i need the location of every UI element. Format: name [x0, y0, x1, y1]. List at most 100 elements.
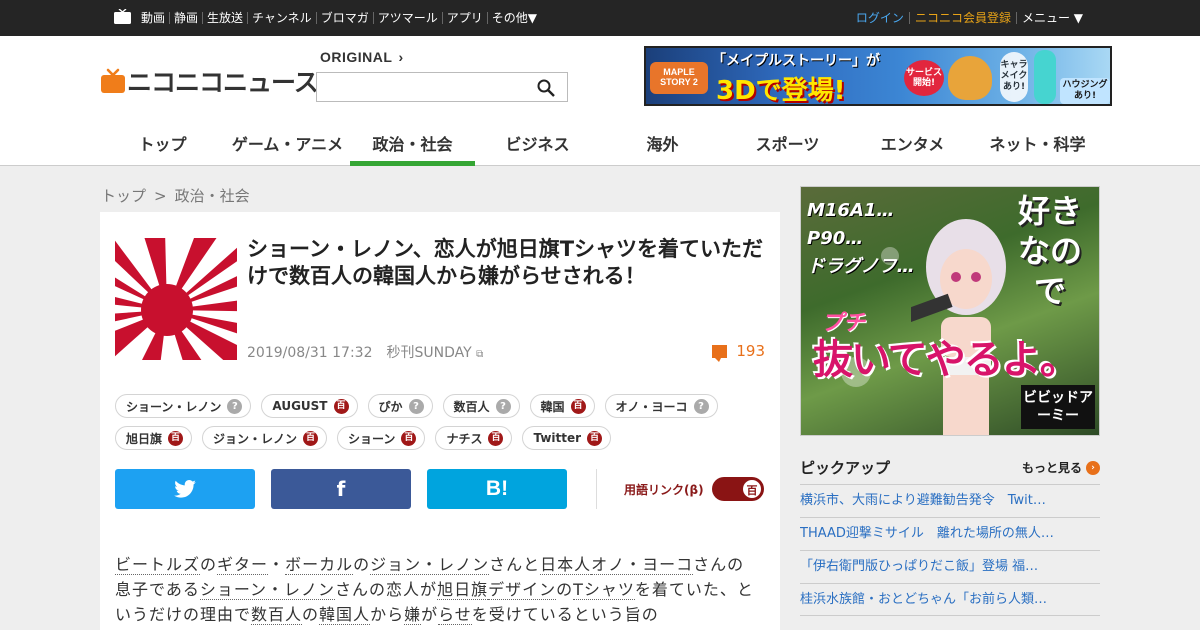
comment-count[interactable]: 193	[712, 342, 765, 362]
share-buttons: f B!	[115, 469, 583, 509]
term-link[interactable]: 数百人	[251, 605, 303, 625]
dic-icon[interactable]: 百	[333, 398, 349, 414]
dic-icon[interactable]: 百	[168, 430, 184, 446]
term-link[interactable]: オノ・ヨーコ	[591, 555, 694, 575]
term-link[interactable]: ギター	[217, 555, 269, 575]
dic-icon[interactable]: 百	[587, 430, 603, 446]
body-text: の	[353, 555, 371, 574]
term-link[interactable]: 日本人	[540, 555, 592, 575]
dic-icon[interactable]: 百	[488, 430, 504, 446]
term-link[interactable]: ビートルズ	[115, 555, 201, 575]
tag-pill[interactable]: オノ・ヨーコ?	[604, 394, 718, 418]
article-meta: 2019/08/31 17:32 秒刊SUNDAY ⧉	[247, 342, 483, 362]
service-nav-app[interactable]: アプリ	[441, 12, 487, 24]
term-link[interactable]: 旭日旗	[437, 580, 489, 600]
external-link-icon: ⧉	[476, 349, 484, 360]
nav-tab-game-anime[interactable]: ゲーム・アニメ	[225, 118, 350, 166]
tag-pill[interactable]: Twitter 百	[522, 426, 612, 450]
pickup-item[interactable]: 横浜市、大雨により避難勧告発令 Twit…	[800, 484, 1100, 517]
tag-pill[interactable]: AUGUST 百	[261, 394, 358, 418]
article-source-link[interactable]: 秒刊SUNDAY	[387, 345, 472, 361]
tag-pill[interactable]: ぴか?	[367, 394, 433, 418]
character-image	[1034, 50, 1056, 104]
tag-label: ジョン・レノン	[213, 431, 298, 446]
sidebar-ad-vivid-army[interactable]: M16A1… P90… ドラグノフ… 好きなので プチ 抜いてやるよ。 ビビッド…	[800, 186, 1100, 436]
term-link[interactable]: 韓国人	[319, 605, 371, 625]
question-icon[interactable]: ?	[693, 398, 709, 414]
service-nav-live[interactable]: 生放送	[202, 12, 247, 24]
service-nav: 動画 静画 生放送 チャンネル ブロマガ アツマール アプリ その他▼	[137, 0, 541, 36]
facebook-share-button[interactable]: f	[271, 469, 411, 509]
service-nav-blomaga[interactable]: ブロマガ	[315, 12, 373, 24]
nav-tab-business[interactable]: ビジネス	[475, 118, 600, 166]
ad-side-headline: 抜いてやるよ。	[813, 337, 1080, 383]
body-text: さんと	[489, 555, 541, 574]
body-text: ・	[268, 555, 286, 574]
hatena-bookmark-button[interactable]: B!	[427, 469, 567, 509]
dic-icon[interactable]: 百	[303, 430, 319, 446]
service-nav-more[interactable]: その他▼	[486, 12, 541, 24]
nav-tab-overseas[interactable]: 海外	[600, 118, 725, 166]
login-link[interactable]: ログイン	[851, 12, 909, 24]
nav-tab-entertainment[interactable]: エンタメ	[850, 118, 975, 166]
pickup-item[interactable]: 桂浜水族館・おとどちゃん「お前ら人類…	[800, 583, 1100, 616]
pickup-title: ピックアップ	[800, 459, 891, 477]
term-link[interactable]: Tシャツ	[573, 580, 635, 600]
tag-pill[interactable]: ショーン百	[337, 426, 426, 450]
body-text: の	[556, 580, 574, 599]
search-input[interactable]	[316, 72, 568, 102]
niconico-tv-icon[interactable]	[114, 9, 131, 24]
question-icon[interactable]: ?	[408, 398, 424, 414]
tag-label: 韓国	[540, 399, 565, 414]
nav-tab-net-science[interactable]: ネット・科学	[975, 118, 1100, 166]
nav-tab-top[interactable]: トップ	[100, 118, 225, 166]
tag-pill[interactable]: 韓国百	[529, 394, 595, 418]
service-nav-channel[interactable]: チャンネル	[247, 12, 316, 24]
term-link[interactable]: ボーカル	[285, 555, 354, 575]
ad-side-label-p90: P90…	[807, 228, 864, 249]
service-nav-douga[interactable]: 動画	[137, 12, 169, 24]
article-thumbnail-rising-sun-flag[interactable]	[115, 238, 237, 360]
pickup-item[interactable]: THAAD迎撃ミサイル 離れた場所の無人…	[800, 517, 1100, 550]
tag-pill[interactable]: 数百人?	[442, 394, 520, 418]
search-icon[interactable]	[537, 79, 555, 97]
term-link[interactable]: ショーン・レノン	[199, 580, 336, 600]
ad-banner-maplestory[interactable]: MAPLE STORY 2 「メイプルストーリー」が 3Dで登場! サービス開始…	[644, 46, 1112, 106]
tag-pill[interactable]: ナチス百	[435, 426, 513, 450]
tag-label: Twitter	[533, 431, 582, 445]
tag-pill[interactable]: 旭日旗百	[115, 426, 193, 450]
tag-pill[interactable]: ショーン・レノン?	[115, 394, 252, 418]
breadcrumb-current[interactable]: 政治・社会	[175, 187, 250, 205]
dic-icon[interactable]: 百	[570, 398, 586, 414]
term-link[interactable]: ジョン・レノン	[370, 555, 490, 575]
pickup-more-link[interactable]: もっと見る ›	[1022, 459, 1100, 476]
term-link[interactable]: らせ	[438, 605, 472, 625]
twitter-share-button[interactable]	[115, 469, 255, 509]
term-link[interactable]: 嫌	[404, 605, 422, 625]
article-date: 2019/08/31 17:32	[247, 345, 373, 361]
question-icon[interactable]: ?	[227, 398, 243, 414]
service-nav-atsumaru[interactable]: アツマール	[372, 12, 442, 24]
pickup-item[interactable]: 「伊右衛門版ひっぱりだこ飯」登場 福…	[800, 550, 1100, 583]
dic-icon[interactable]: 百	[401, 430, 417, 446]
logo-text: ニコニコニュース	[127, 68, 319, 97]
menu-button[interactable]: メニュー ▼	[1015, 12, 1088, 24]
article-title: ショーン・レノン、恋人が旭日旗Tシャツを着ていただけで数百人の韓国人から嫌がらせ…	[247, 237, 764, 288]
ad-banner-chara-make: キャラメイクあり!	[1000, 52, 1028, 102]
body-text: を受けているという旨の	[471, 605, 659, 624]
term-link-toggle[interactable]: 百	[712, 477, 764, 501]
question-icon[interactable]: ?	[495, 398, 511, 414]
service-nav-seiga[interactable]: 静画	[169, 12, 202, 24]
body-text: の	[302, 605, 320, 624]
term-link[interactable]: デザイン	[488, 580, 557, 600]
nav-tab-sports[interactable]: スポーツ	[725, 118, 850, 166]
breadcrumb-home[interactable]: トップ	[101, 187, 146, 205]
tag-label: 数百人	[453, 399, 490, 414]
tag-pill[interactable]: ジョン・レノン百	[202, 426, 328, 450]
nav-tab-politics-society[interactable]: 政治・社会	[350, 118, 475, 166]
site-logo[interactable]: ニコニコニュース	[101, 63, 319, 99]
register-link[interactable]: ニコニコ会員登録	[908, 12, 1016, 24]
body-text: が	[421, 605, 439, 624]
body-text: の	[200, 555, 218, 574]
original-link[interactable]: ORIGINAL ›	[320, 49, 404, 65]
